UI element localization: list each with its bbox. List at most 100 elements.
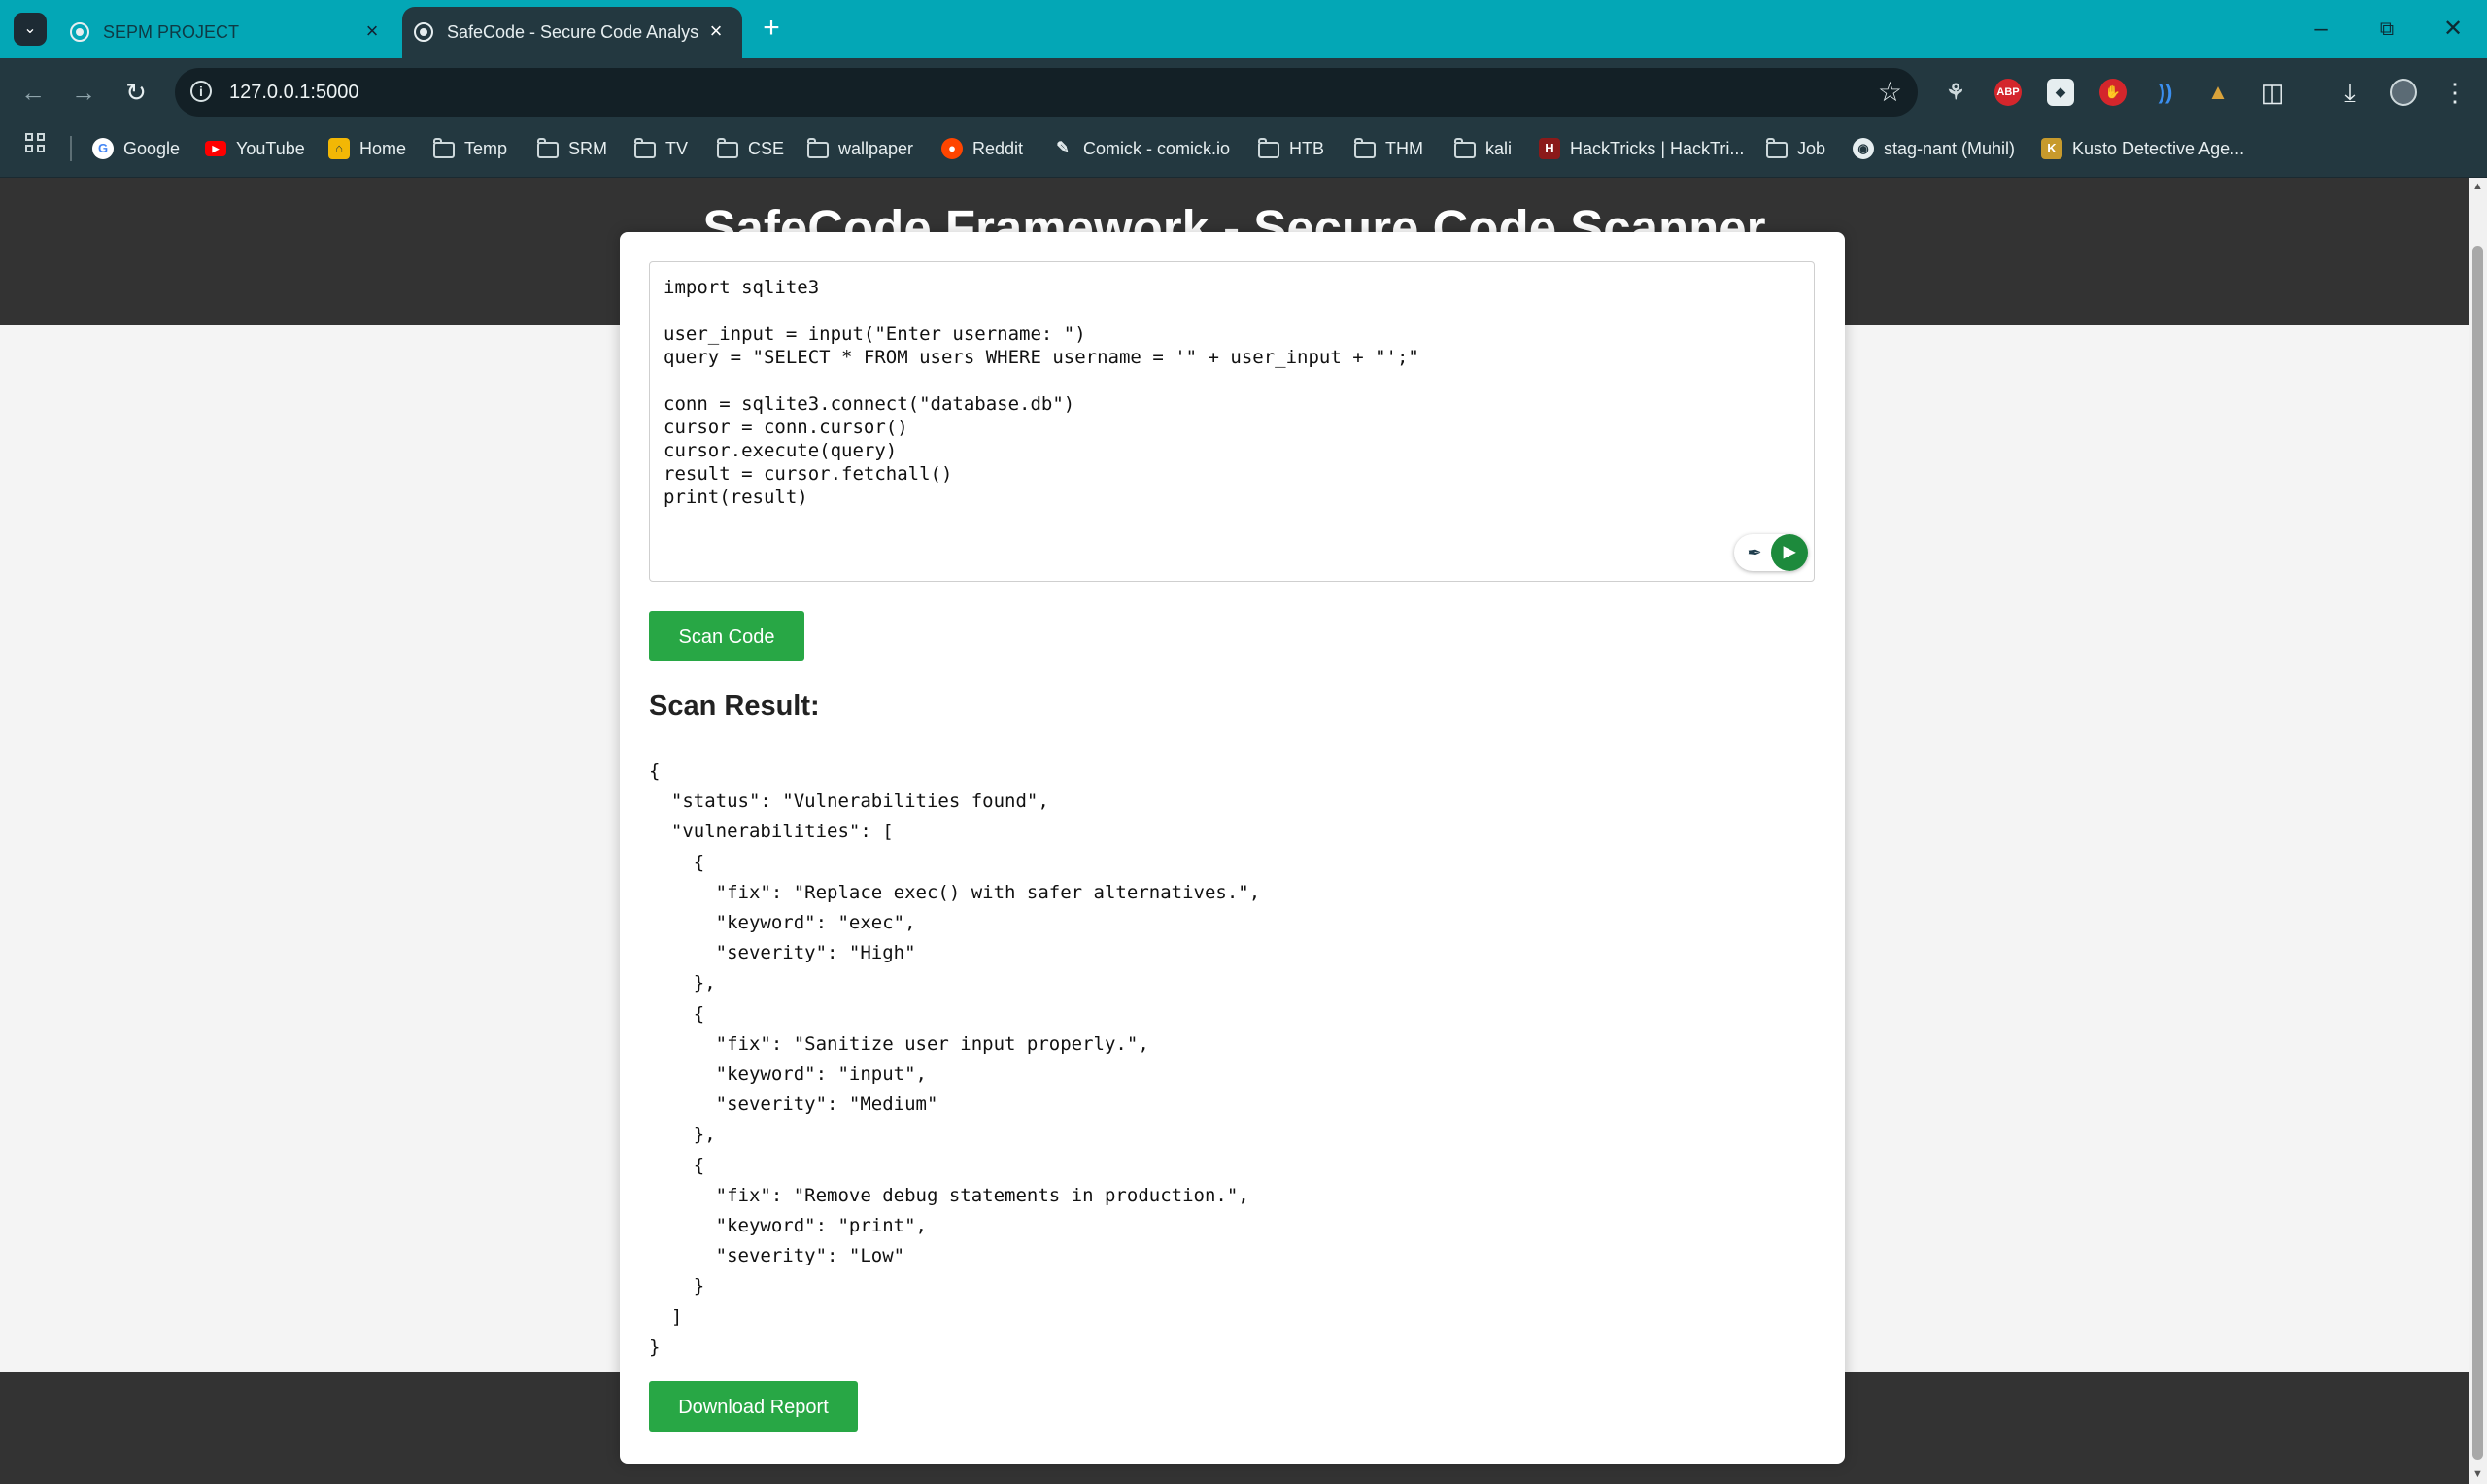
new-tab-button[interactable]: +	[754, 14, 789, 45]
reddit-icon: ●	[941, 138, 963, 159]
close-icon: ✕	[2442, 16, 2464, 42]
bookmark-htb[interactable]: HTB	[1258, 135, 1324, 162]
arrow-right-icon: →	[71, 78, 96, 107]
address-bar[interactable]: i 127.0.0.1:5000 ☆	[175, 68, 1918, 117]
minimize-button[interactable]: –	[2297, 10, 2345, 49]
page-scrollbar[interactable]: ▲ ▼	[2469, 178, 2487, 1484]
folder-icon	[433, 138, 455, 158]
scroll-up-arrow-icon[interactable]: ▲	[2470, 180, 2485, 193]
kusto-icon: K	[2041, 138, 2062, 159]
code-input-textarea[interactable]: import sqlite3 user_input = input("Enter…	[649, 261, 1815, 582]
back-button[interactable]: ←	[14, 73, 52, 112]
youtube-icon: ▶	[205, 141, 226, 156]
bookmark-thm[interactable]: THM	[1354, 135, 1423, 162]
tab-title: SafeCode - Secure Code Analys	[447, 22, 699, 42]
globe-favicon-icon	[414, 22, 433, 42]
apps-grid-icon[interactable]	[25, 133, 47, 154]
hand-stop-extension-icon[interactable]: ✋	[2099, 79, 2127, 106]
bookmark-label: THM	[1385, 138, 1423, 158]
tab-strip: ⌄ SEPM PROJECT × SafeCode - Secure Code …	[0, 0, 2487, 58]
bookmark-label: stag-nant (Muhil)	[1884, 138, 2016, 158]
close-window-button[interactable]: ✕	[2429, 10, 2477, 49]
bookmark-kusto[interactable]: K Kusto Detective Age...	[2041, 135, 2244, 162]
tab-search-button[interactable]: ⌄	[14, 13, 47, 46]
url-text[interactable]: 127.0.0.1:5000	[229, 81, 358, 104]
bookmark-star-icon[interactable]: ☆	[1878, 76, 1902, 109]
bookmarks-divider	[70, 136, 72, 161]
bookmark-home[interactable]: ⌂ Home	[328, 135, 406, 162]
bookmark-label: CSE	[748, 138, 785, 158]
bookmark-label: Google	[123, 138, 181, 158]
bookmark-hacktricks[interactable]: H HackTricks | HackTri...	[1539, 135, 1744, 162]
bike-extension-icon[interactable]: ⚘	[1942, 79, 1969, 106]
bookmark-youtube[interactable]: ▶ YouTube	[205, 135, 305, 162]
comick-icon: ✎	[1056, 140, 1070, 156]
bookmark-label: Temp	[464, 138, 508, 158]
bookmark-kali[interactable]: kali	[1454, 135, 1512, 162]
bookmark-google[interactable]: G Google	[92, 135, 180, 162]
bookmark-label: Home	[359, 138, 407, 158]
tab-title: SEPM PROJECT	[103, 22, 240, 42]
scrollbar-thumb[interactable]	[2472, 246, 2483, 1460]
pen-icon[interactable]: ✒	[1744, 542, 1765, 563]
editor-helper-widget[interactable]: ✒ ▶	[1734, 534, 1808, 571]
home-icon: ⌂	[328, 138, 350, 159]
download-icon[interactable]: ⤓	[2334, 76, 2367, 109]
minimize-icon: –	[2314, 16, 2328, 42]
chevron-down-icon: ⌄	[23, 20, 37, 37]
menu-kebab-icon[interactable]: ⋮	[2438, 76, 2471, 109]
shield-extension-icon[interactable]: ◆	[2047, 79, 2074, 106]
reload-icon: ↻	[125, 78, 147, 107]
google-icon: G	[92, 138, 114, 159]
bookmark-label: kali	[1485, 138, 1513, 158]
adblock-extension-icon[interactable]: ABP	[1994, 79, 2022, 106]
bookmark-job[interactable]: Job	[1766, 135, 1825, 162]
code-input-text[interactable]: import sqlite3 user_input = input("Enter…	[664, 276, 1419, 509]
info-icon[interactable]: i	[190, 81, 212, 102]
sound-wave-extension-icon[interactable]: ))	[2152, 79, 2179, 106]
bookmark-comick[interactable]: ✎ Comick - comick.io	[1052, 135, 1230, 162]
bookmark-cse[interactable]: CSE	[717, 135, 784, 162]
download-report-button[interactable]: Download Report	[649, 1381, 858, 1432]
grammar-helper-icon[interactable]: ▶	[1771, 534, 1808, 571]
scanner-card: import sqlite3 user_input = input("Enter…	[620, 232, 1845, 1464]
forward-button[interactable]: →	[64, 73, 103, 112]
arrow-left-icon: ←	[20, 78, 46, 107]
folder-icon	[1766, 138, 1788, 158]
scan-code-button[interactable]: Scan Code	[649, 611, 804, 661]
restore-button[interactable]: ⧉	[2363, 10, 2411, 49]
folder-icon	[1354, 138, 1376, 158]
close-icon[interactable]: ×	[359, 18, 385, 44]
github-icon: ◉	[1853, 138, 1874, 159]
extensions-puzzle-icon[interactable]: ◫	[2256, 76, 2289, 109]
bookmark-temp[interactable]: Temp	[433, 135, 507, 162]
scroll-down-arrow-icon[interactable]: ▼	[2470, 1467, 2485, 1481]
bookmark-label: Comick - comick.io	[1083, 138, 1231, 158]
close-icon[interactable]: ×	[703, 18, 729, 44]
plus-icon: +	[763, 12, 780, 44]
bookmark-wallpaper[interactable]: wallpaper	[807, 135, 913, 162]
bookmark-srm[interactable]: SRM	[537, 135, 607, 162]
browser-toolbar: ← → ↻ i 127.0.0.1:5000 ☆ ⚘ ABP ◆ ✋ )) ▲ …	[0, 58, 2487, 126]
bookmark-label: Reddit	[972, 138, 1024, 158]
tab-safecode[interactable]: SafeCode - Secure Code Analys ×	[402, 7, 742, 58]
reload-button[interactable]: ↻	[117, 73, 155, 112]
bookmark-label: wallpaper	[838, 138, 914, 158]
bookmark-github[interactable]: ◉ stag-nant (Muhil)	[1853, 135, 2015, 162]
folder-icon	[717, 138, 738, 158]
scan-result-heading: Scan Result:	[649, 691, 820, 722]
folder-icon	[1258, 138, 1279, 158]
restore-icon: ⧉	[2379, 18, 2395, 40]
bookmark-reddit[interactable]: ● Reddit	[941, 135, 1023, 162]
folder-icon	[634, 138, 656, 158]
bookmark-label: SRM	[568, 138, 607, 158]
hat-extension-icon[interactable]: ▲	[2204, 79, 2231, 106]
bookmark-tv[interactable]: TV	[634, 135, 688, 162]
profile-avatar[interactable]	[2390, 79, 2417, 106]
globe-favicon-icon	[70, 22, 89, 42]
tab-sepm-project[interactable]: SEPM PROJECT ×	[58, 7, 398, 58]
folder-icon	[1454, 138, 1476, 158]
bookmark-label: Job	[1797, 138, 1826, 158]
hacktricks-icon: H	[1539, 138, 1560, 159]
bookmark-label: TV	[665, 138, 689, 158]
